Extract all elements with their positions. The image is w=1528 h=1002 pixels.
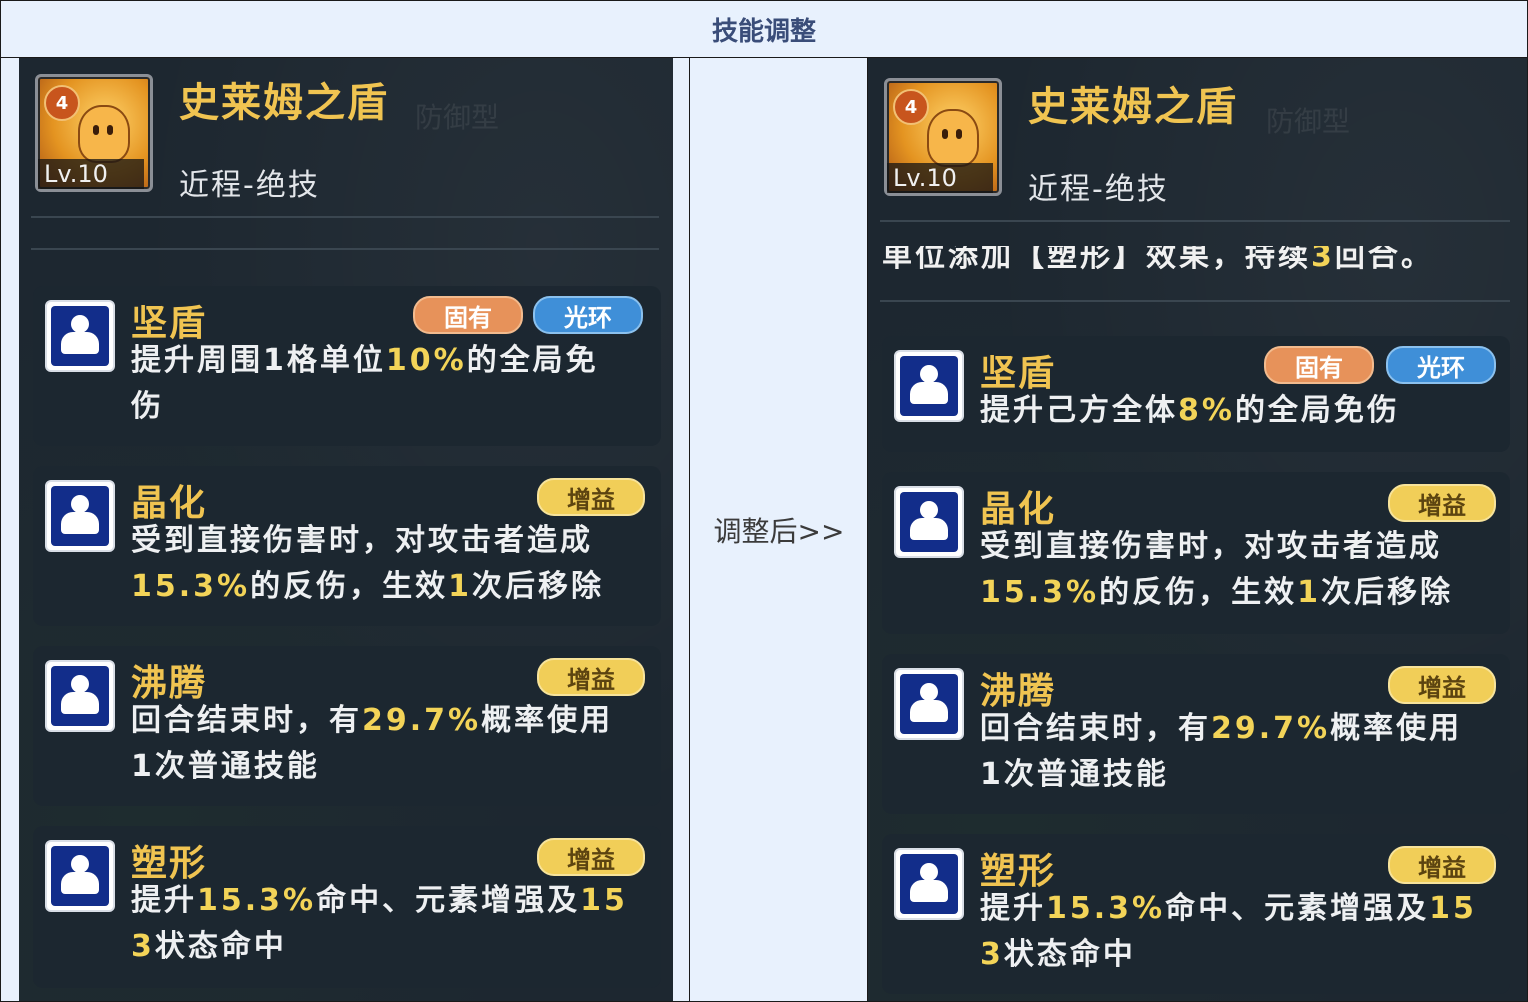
adjusted-label: 调整后>> <box>713 514 845 548</box>
background-hero-type: 防御型 <box>1266 105 1351 138</box>
skill-defense-icon <box>894 668 964 740</box>
desc-line-2: 3状态命中 <box>131 929 287 964</box>
divider <box>880 300 1510 302</box>
desc-line-1: 回合结束时，有29.7%概率使用 <box>980 711 1463 746</box>
desc-line-2: 1次普通技能 <box>980 757 1169 792</box>
right-skill-panel: 4 Lv.10 史莱姆之盾 防御型 近程-绝技 单位添加【塑形】效果，持续3回合… <box>868 58 1527 1001</box>
desc-line-2: 15.3%的反伤，生效1次后移除 <box>131 569 604 604</box>
hero-level: Lv.10 <box>38 159 144 189</box>
skill-card-feiteng[interactable]: 沸腾 增益 回合结束时，有29.7%概率使用 1次普通技能 <box>882 654 1510 814</box>
desc-line-1: 受到直接伤害时，对攻击者造成 <box>980 529 1442 564</box>
skill-description: 回合结束时，有29.7%概率使用 1次普通技能 <box>980 706 1462 798</box>
desc-line-2: 3状态命中 <box>980 937 1136 972</box>
left-skill-panel: 4 Lv.10 史莱姆之盾 防御型 近程-绝技 坚盾 固有 光环 提升周围1格单… <box>19 58 673 1001</box>
tag-aura: 光环 <box>533 296 643 334</box>
divider <box>31 216 659 218</box>
tag-buff: 增益 <box>1388 846 1496 884</box>
divider <box>31 248 659 250</box>
desc-line-1: 提升周围1格单位10%的全局免 <box>131 343 599 378</box>
star-badge: 4 <box>44 85 80 121</box>
skill-card-jinghua[interactable]: 晶化 增益 受到直接伤害时，对攻击者造成 15.3%的反伤，生效1次后移除 <box>882 472 1510 634</box>
background-hero-type: 防御型 <box>415 101 500 134</box>
comparison-table: 技能调整 4 Lv.10 史莱姆之盾 防御型 近程-绝技 坚盾 固有 光环 提升… <box>0 0 1528 1002</box>
slime-shield-icon <box>78 105 130 163</box>
skill-defense-icon <box>894 486 964 558</box>
hero-skill-type: 近程-绝技 <box>1028 172 1169 207</box>
skill-description: 提升周围1格单位10%的全局免 伤 <box>131 338 599 430</box>
skill-description: 回合结束时，有29.7%概率使用 1次普通技能 <box>131 698 613 790</box>
skill-defense-icon <box>45 660 115 732</box>
skill-defense-icon <box>894 848 964 920</box>
skill-description: 受到直接伤害时，对攻击者造成 15.3%的反伤，生效1次后移除 <box>131 518 604 610</box>
skill-description: 提升15.3%命中、元素增强及15 3状态命中 <box>980 886 1477 978</box>
hero-skill-type: 近程-绝技 <box>179 168 320 203</box>
hero-avatar: 4 Lv.10 <box>884 78 1002 196</box>
desc-line-1: 提升15.3%命中、元素增强及15 <box>131 883 628 918</box>
tag-buff: 增益 <box>537 478 645 516</box>
hero-name: 史莱姆之盾 <box>1028 84 1238 130</box>
tag-buff: 增益 <box>537 658 645 696</box>
desc-line-1: 回合结束时，有29.7%概率使用 <box>131 703 614 738</box>
skill-description: 提升15.3%命中、元素增强及15 3状态命中 <box>131 878 628 970</box>
skill-defense-icon <box>45 480 115 552</box>
desc-line-1: 受到直接伤害时，对攻击者造成 <box>131 523 593 558</box>
table-title: 技能调整 <box>711 16 816 47</box>
desc-line-2: 15.3%的反伤，生效1次后移除 <box>980 575 1453 610</box>
tag-buff: 增益 <box>537 838 645 876</box>
tag-inherent: 固有 <box>1264 346 1374 384</box>
clipped-description-text: 单位添加【塑形】效果，持续3回合。 <box>882 246 1434 274</box>
divider <box>880 220 1510 222</box>
slime-shield-icon <box>927 109 979 167</box>
hero-level: Lv.10 <box>887 163 993 193</box>
tag-buff: 增益 <box>1388 484 1496 522</box>
skill-defense-icon <box>45 300 115 372</box>
skill-description: 提升己方全体8%的全局免伤 <box>980 388 1400 434</box>
skill-card-jinghua[interactable]: 晶化 增益 受到直接伤害时，对攻击者造成 15.3%的反伤，生效1次后移除 <box>33 466 661 626</box>
desc-line-2: 1次普通技能 <box>131 749 320 784</box>
tag-buff: 增益 <box>1388 666 1496 704</box>
hero-avatar: 4 Lv.10 <box>35 74 153 192</box>
middle-column: 调整后>> <box>690 58 868 1001</box>
skill-card-suxing[interactable]: 塑形 增益 提升15.3%命中、元素增强及15 3状态命中 <box>882 834 1510 994</box>
skill-defense-icon <box>894 350 964 422</box>
desc-line-1: 提升己方全体8%的全局免伤 <box>980 393 1400 428</box>
tag-aura: 光环 <box>1386 346 1496 384</box>
star-badge: 4 <box>893 89 929 125</box>
skill-card-jiandun[interactable]: 坚盾 固有 光环 提升周围1格单位10%的全局免 伤 <box>33 286 661 446</box>
skill-card-jiandun[interactable]: 坚盾 固有 光环 提升己方全体8%的全局免伤 <box>882 336 1510 452</box>
skill-card-feiteng[interactable]: 沸腾 增益 回合结束时，有29.7%概率使用 1次普通技能 <box>33 646 661 806</box>
table-header: 技能调整 <box>1 1 1527 58</box>
hero-name: 史莱姆之盾 <box>179 80 389 126</box>
skill-defense-icon <box>45 840 115 912</box>
skill-card-suxing[interactable]: 塑形 增益 提升15.3%命中、元素增强及15 3状态命中 <box>33 826 661 988</box>
skill-description: 受到直接伤害时，对攻击者造成 15.3%的反伤，生效1次后移除 <box>980 524 1453 616</box>
tag-inherent: 固有 <box>413 296 523 334</box>
desc-line-2: 伤 <box>131 389 164 424</box>
desc-line-1: 提升15.3%命中、元素增强及15 <box>980 891 1477 926</box>
